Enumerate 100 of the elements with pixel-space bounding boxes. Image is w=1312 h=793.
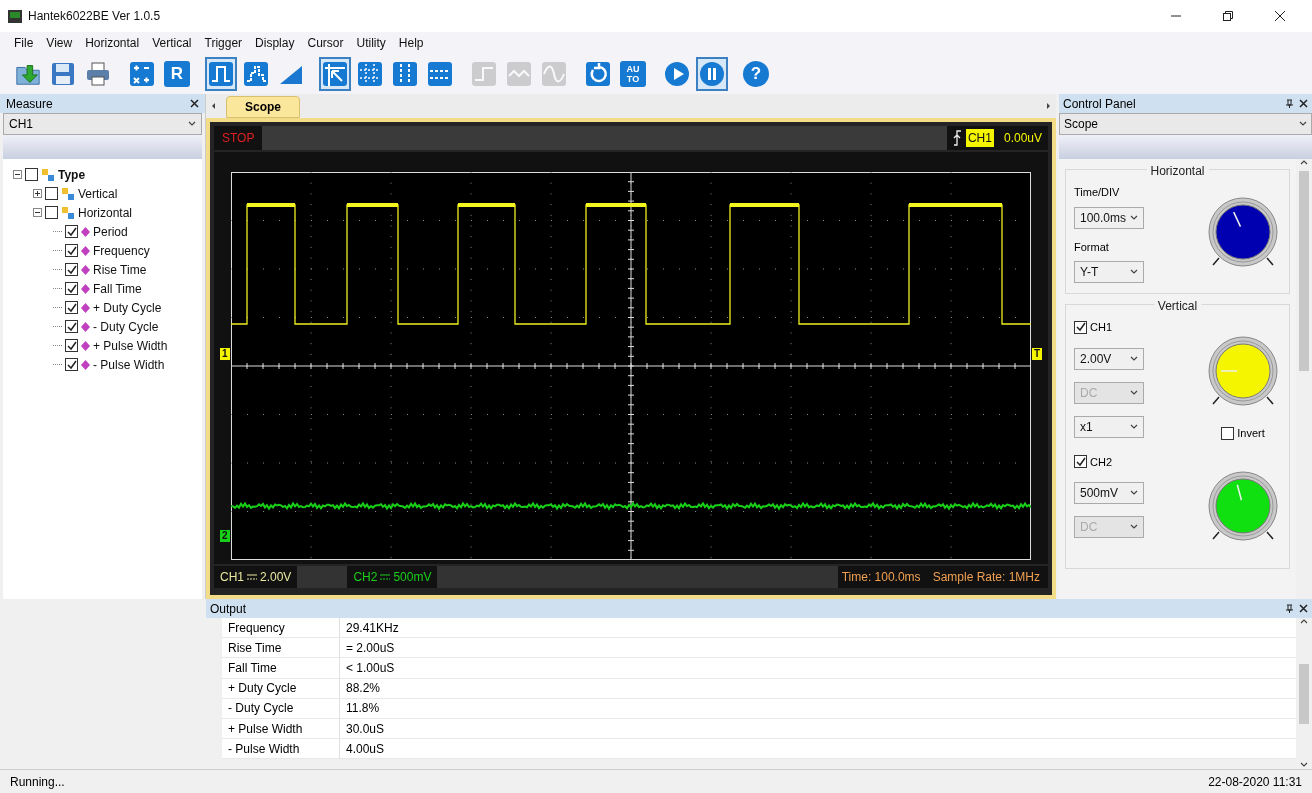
channel-label: CH2 <box>353 569 378 586</box>
close-icon[interactable] <box>1299 99 1308 108</box>
tree-item[interactable]: + Duty Cycle <box>93 298 162 317</box>
table-cell-text: < 1.00uS <box>345 659 396 677</box>
scrollbar[interactable] <box>1296 618 1312 769</box>
collapse-icon[interactable] <box>33 208 42 217</box>
toolbar-button[interactable] <box>319 57 351 91</box>
tree-item[interactable]: Period <box>93 222 128 241</box>
field-label: Time/DIV <box>1074 185 1121 200</box>
pin-icon[interactable] <box>1286 604 1293 613</box>
toolbar-button[interactable] <box>696 57 728 91</box>
checkbox[interactable] <box>1074 320 1087 334</box>
close-icon[interactable] <box>190 99 199 108</box>
channel-scale: 2.00V <box>260 569 292 586</box>
table-cell-text: 88.2% <box>345 680 382 698</box>
square-pulse-icon <box>207 60 235 88</box>
expand-icon[interactable] <box>33 189 42 198</box>
format-dropdown[interactable]: Y-T <box>1074 261 1144 283</box>
close-icon[interactable] <box>1299 604 1308 613</box>
checkbox[interactable] <box>65 244 78 257</box>
table-cell: Rise Time <box>222 638 340 658</box>
channel-label[interactable]: CH1 <box>1090 319 1112 336</box>
menu-item[interactable]: Cursor <box>307 34 344 52</box>
table-cell: Frequency <box>222 618 340 638</box>
tree-item[interactable]: Frequency <box>93 241 150 260</box>
panel-title: Measure <box>6 95 53 113</box>
pointer-icon <box>321 60 349 88</box>
checkbox[interactable] <box>45 206 58 219</box>
dc-coupling-icon <box>380 574 391 580</box>
invert-label[interactable]: Invert <box>1237 425 1265 442</box>
volts-div-dropdown[interactable]: 2.00V <box>1074 347 1144 370</box>
checkbox[interactable] <box>65 339 78 352</box>
table-cell: + Pulse Width <box>222 718 340 739</box>
table-cell-text: 11.8% <box>345 700 381 718</box>
status-text: Running... <box>10 773 65 791</box>
rising-edge-icon <box>952 130 962 146</box>
tree-item[interactable]: Fall Time <box>93 279 142 298</box>
right-triangle-icon[interactable] <box>1044 102 1052 110</box>
trigger-marker: T <box>1031 348 1042 360</box>
probe-dropdown[interactable]: x1 <box>1074 415 1144 438</box>
grid-icon <box>356 60 384 88</box>
diamond-icon <box>81 245 90 256</box>
collapse-icon[interactable] <box>13 170 22 179</box>
checkbox[interactable] <box>1074 455 1087 469</box>
tree-item[interactable]: Rise Time <box>93 260 147 279</box>
menu-item[interactable]: Horizontal <box>85 34 140 52</box>
menu-item[interactable]: File <box>14 34 34 52</box>
checkbox[interactable] <box>65 225 78 238</box>
tree-item[interactable]: Vertical <box>78 184 118 203</box>
checkbox[interactable] <box>65 358 78 371</box>
table-cell-text: 29.41KHz <box>345 619 400 637</box>
menu-item[interactable]: Utility <box>356 34 386 52</box>
table-cell: Fall Time <box>222 658 340 678</box>
checkbox[interactable] <box>45 187 58 200</box>
time-div-dropdown[interactable]: 100.0ms <box>1074 206 1144 229</box>
channel-dropdown[interactable]: CH1 <box>3 113 202 135</box>
menu-item[interactable]: Trigger <box>204 34 243 52</box>
tree-item[interactable]: Type <box>58 165 86 184</box>
checkbox[interactable] <box>65 282 78 295</box>
checkbox[interactable] <box>65 263 78 276</box>
vertical-cursors-icon <box>391 60 419 88</box>
tree-item[interactable]: Horizontal <box>78 203 133 222</box>
channel-one-marker: 1 <box>220 348 230 360</box>
category-icon <box>61 186 75 201</box>
tree-item[interactable]: - Pulse Width <box>93 355 165 374</box>
volts-div-dropdown[interactable]: 500mV <box>1074 482 1144 504</box>
toolbar-button[interactable] <box>205 57 237 91</box>
math-operators-icon <box>128 60 156 88</box>
restore-icon[interactable] <box>1222 10 1234 22</box>
menu-item[interactable]: Display <box>255 34 295 52</box>
menu-item[interactable]: Vertical <box>152 34 192 52</box>
tree-item[interactable]: - Duty Cycle <box>93 317 159 336</box>
left-triangle-icon[interactable] <box>210 102 218 110</box>
checkbox[interactable] <box>65 301 78 314</box>
step-icon <box>470 60 498 88</box>
category-icon <box>41 167 55 182</box>
diamond-icon <box>81 283 90 294</box>
table-cell-text: 30.0uS <box>345 720 386 738</box>
checkbox[interactable] <box>65 320 78 333</box>
channel-label[interactable]: CH2 <box>1090 453 1112 470</box>
chevron-down-icon <box>1130 388 1138 397</box>
tree-item[interactable]: + Pulse Width <box>93 336 168 355</box>
diamond-icon <box>81 359 90 370</box>
mode-dropdown[interactable]: Scope <box>1059 113 1312 135</box>
menu-item[interactable]: View <box>46 34 73 52</box>
close-icon[interactable] <box>1274 10 1286 22</box>
checkbox[interactable] <box>1221 426 1235 440</box>
scope-tab[interactable]: Scope <box>226 96 300 118</box>
chevron-down-icon <box>1130 354 1138 363</box>
printer-icon <box>84 60 112 88</box>
dc-coupling-icon <box>247 574 257 580</box>
timebase-label: Time: 100.0ms <box>837 566 925 588</box>
horizontal-cursors-icon <box>426 60 454 88</box>
menu-item[interactable]: Help <box>398 34 424 52</box>
checkbox[interactable] <box>25 168 38 181</box>
pause-icon <box>698 60 726 88</box>
pin-icon[interactable] <box>1286 99 1293 108</box>
chevron-down-icon <box>1130 213 1138 222</box>
diamond-icon <box>81 302 90 313</box>
category-icon <box>61 205 75 220</box>
